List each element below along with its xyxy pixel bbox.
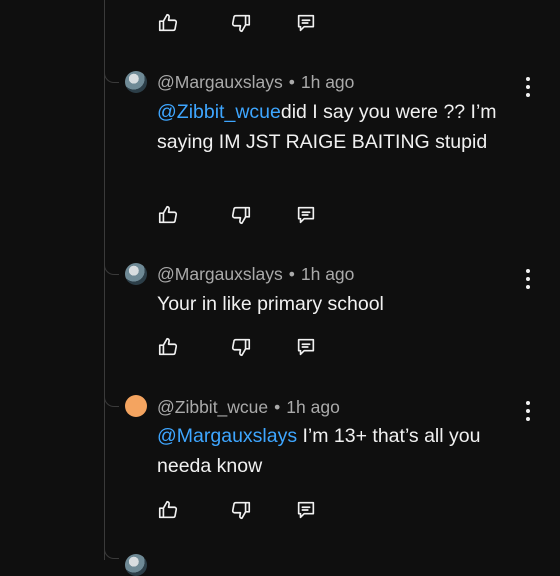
meta-separator: • <box>274 397 281 417</box>
more-vertical-icon[interactable] <box>520 269 536 289</box>
comment-actions <box>156 498 318 522</box>
reply-comment-icon[interactable] <box>294 335 318 359</box>
thumbs-down-icon[interactable] <box>229 498 253 522</box>
comment-body: Your in like primary school <box>157 293 384 315</box>
author-name[interactable]: @Zibbit_wcue <box>157 397 268 417</box>
comment-text: @Margauxslays I’m 13+ that’s all you nee… <box>157 421 527 481</box>
meta-separator: • <box>288 72 295 92</box>
comment-meta: @Zibbit_wcue • 1h ago <box>157 397 340 418</box>
reply-comment-icon[interactable] <box>294 203 318 227</box>
mention-link[interactable]: @Zibbit_wcue <box>157 101 281 123</box>
reply-connector <box>104 548 119 559</box>
more-vertical-icon[interactable] <box>520 401 536 421</box>
reply-connector <box>104 396 119 407</box>
thumbs-up-icon[interactable] <box>156 203 180 227</box>
avatar[interactable] <box>125 395 147 417</box>
thumbs-up-icon[interactable] <box>156 335 180 359</box>
comment-actions <box>156 203 318 227</box>
comment-meta: @Margauxslays • 1h ago <box>157 72 354 93</box>
thumbs-up-icon[interactable] <box>156 11 180 35</box>
comment-text: Your in like primary school <box>157 289 527 319</box>
thread-line <box>104 0 105 560</box>
reply-comment-icon[interactable] <box>294 498 318 522</box>
avatar[interactable] <box>125 263 147 285</box>
meta-separator: • <box>288 264 295 284</box>
thumbs-down-icon[interactable] <box>229 335 253 359</box>
reply-connector <box>104 72 119 83</box>
mention-link[interactable]: @Margauxslays <box>157 425 297 447</box>
comment-text: @Zibbit_wcuedid I say you were ?? I’m sa… <box>157 97 527 157</box>
reply-comment-icon[interactable] <box>294 11 318 35</box>
comment-meta: @Margauxslays • 1h ago <box>157 264 354 285</box>
comment-time[interactable]: 1h ago <box>301 72 355 92</box>
thumbs-up-icon[interactable] <box>156 498 180 522</box>
more-vertical-icon[interactable] <box>520 77 536 97</box>
avatar[interactable] <box>125 71 147 93</box>
author-name[interactable]: @Margauxslays <box>157 264 283 284</box>
avatar[interactable] <box>125 554 147 576</box>
comment-actions-top <box>156 11 318 35</box>
comment-time[interactable]: 1h ago <box>286 397 340 417</box>
thumbs-down-icon[interactable] <box>229 11 253 35</box>
comment-actions <box>156 335 318 359</box>
thumbs-down-icon[interactable] <box>229 203 253 227</box>
reply-connector <box>104 264 119 275</box>
comment-time[interactable]: 1h ago <box>301 264 355 284</box>
author-name[interactable]: @Margauxslays <box>157 72 283 92</box>
